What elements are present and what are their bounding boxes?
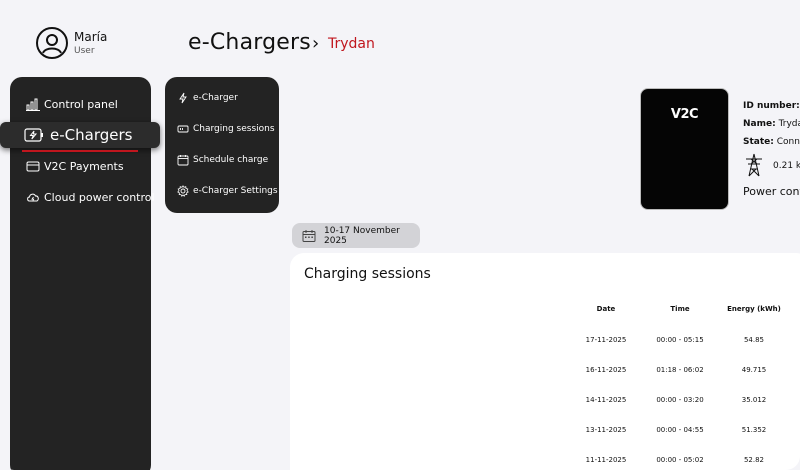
table-cell-energy: 51.352 [741, 426, 767, 434]
device-id: ID number: H [743, 101, 800, 111]
submenu-item-charging-sessions[interactable]: Charging sessions [177, 121, 275, 137]
device-name-value: Trydan [778, 119, 800, 129]
submenu-item-label: e-Charger Settings [193, 186, 278, 196]
column-header-energy: Energy (kWh) [727, 305, 781, 313]
device-state-value: Connec [776, 137, 800, 147]
device-state: State: Connec [743, 137, 800, 147]
sidebar-item-label: V2C Payments [44, 159, 124, 173]
user-avatar-icon[interactable] [36, 27, 68, 59]
table-cell-energy: 54.85 [743, 336, 765, 344]
table-cell-energy: 52.82 [743, 456, 765, 464]
submenu-item-e-charger[interactable]: e-Charger [177, 90, 238, 106]
bolt-icon [177, 92, 189, 104]
device-state-label: State: [743, 137, 774, 147]
sidebar-item-v2c-payments[interactable]: V2C Payments [26, 156, 124, 176]
app-window: María User e-Chargers › Trydan Control p… [0, 0, 800, 470]
table-cell-date: 13-11-2025 [585, 426, 627, 434]
sidebar-item-cloud-power-control[interactable]: Cloud power control [26, 187, 155, 207]
table-cell-date: 16-11-2025 [585, 366, 627, 374]
charger-bolt-icon [24, 127, 44, 143]
submenu-item-label: Schedule charge [193, 155, 269, 165]
date-range-filter[interactable]: 10-17 November 2025 [292, 223, 420, 248]
submenu-item-schedule-charge[interactable]: Schedule charge [177, 152, 268, 168]
column-header-date: Date [596, 305, 616, 313]
power-value: 0.21 kW [773, 161, 800, 171]
table-cell-date: 14-11-2025 [585, 396, 627, 404]
wallet-icon [26, 159, 40, 173]
table-cell-date: 11-11-2025 [585, 456, 627, 464]
e-charger-submenu: e-Charger Charging sessions Schedule cha… [165, 77, 279, 213]
sidebar-item-label: Cloud power control [44, 190, 155, 204]
panel-title: Charging sessions [304, 266, 431, 282]
calendar-icon [302, 229, 316, 243]
submenu-item-label: e-Charger [193, 93, 238, 103]
bar-chart-icon [26, 97, 40, 111]
submenu-item-e-charger-settings[interactable]: e-Charger Settings [177, 183, 278, 199]
charging-sessions-panel: Charging sessions Date Time Energy (kWh)… [290, 253, 800, 470]
table-cell-energy: 35.012 [741, 396, 767, 404]
table-cell-time: 00:00 - 04:55 [656, 426, 704, 434]
sidebar-item-label: e-Chargers [50, 126, 133, 144]
device-name: Name: Trydan [743, 119, 800, 129]
gear-icon [177, 185, 189, 197]
charger-device-image: V2C [640, 88, 729, 210]
user-name: María [74, 30, 108, 44]
table-cell-time: 00:00 - 03:20 [656, 396, 704, 404]
table-cell-time: 01:18 - 06:02 [656, 366, 704, 374]
sidebar-item-e-chargers[interactable]: e-Chargers [0, 122, 160, 148]
device-id-label: ID number: [743, 101, 800, 111]
table-cell-time: 00:00 - 05:15 [656, 336, 704, 344]
user-role: User [74, 46, 95, 56]
battery-icon [177, 123, 189, 135]
table-cell-date: 17-11-2025 [585, 336, 627, 344]
column-header-time: Time [670, 305, 690, 313]
power-tower-icon [743, 153, 765, 177]
breadcrumb-separator-icon: › [312, 33, 320, 54]
device-name-label: Name: [743, 119, 776, 129]
device-logo: V2C [670, 107, 699, 122]
calendar-icon [177, 154, 189, 166]
sidebar-item-control-panel[interactable]: Control panel [26, 94, 118, 114]
table-cell-energy: 49.715 [741, 366, 767, 374]
page-title: e-Chargers [188, 30, 311, 55]
date-range-label: 10-17 November 2025 [324, 225, 400, 246]
breadcrumb-current[interactable]: Trydan [328, 36, 375, 52]
active-indicator [22, 150, 138, 152]
cloud-bolt-icon [26, 190, 40, 204]
power-control-link[interactable]: Power contr [743, 185, 800, 198]
submenu-item-label: Charging sessions [193, 124, 275, 134]
sidebar-item-label: Control panel [44, 97, 118, 111]
table-cell-time: 00:00 - 05:02 [656, 456, 704, 464]
